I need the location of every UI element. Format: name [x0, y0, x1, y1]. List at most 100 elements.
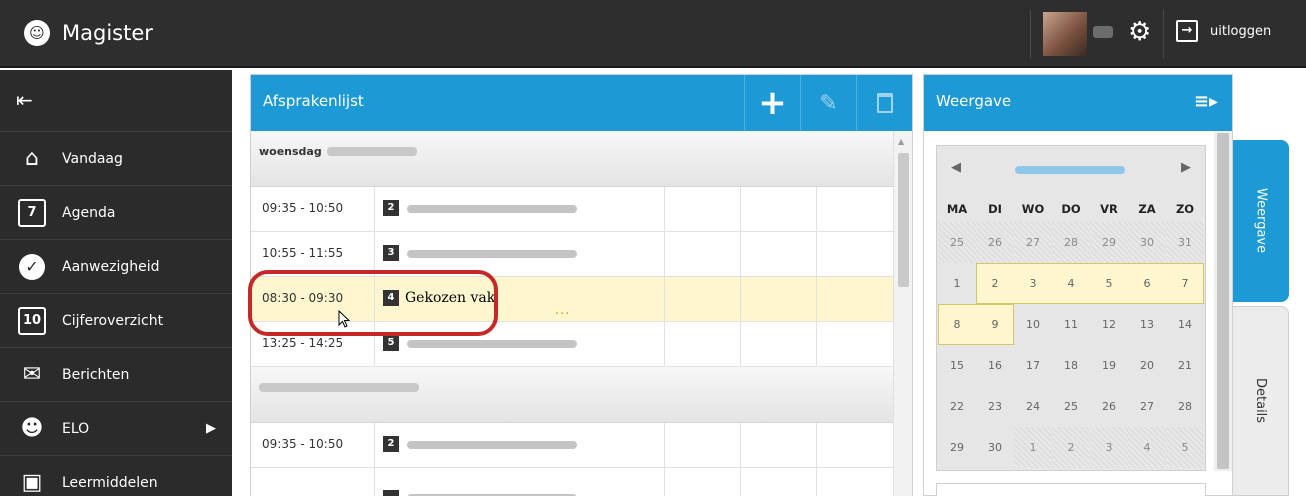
- mouse-cursor-icon: [338, 310, 351, 328]
- calendar-day[interactable]: 25: [938, 222, 976, 263]
- logout-button[interactable]: → uitloggen: [1176, 20, 1271, 42]
- calendar-day[interactable]: 27: [1128, 386, 1166, 427]
- calendar-day[interactable]: 23: [976, 386, 1014, 427]
- calendar-day[interactable]: 20: [1128, 345, 1166, 386]
- chevron-left-icon[interactable]: ◀: [951, 160, 961, 175]
- day-header: woensdag: [251, 131, 893, 187]
- calendar-day[interactable]: 2: [976, 263, 1014, 304]
- calendar-day[interactable]: 11: [1052, 304, 1090, 345]
- calendar-day[interactable]: 1: [938, 263, 976, 304]
- mail-icon: ✉: [22, 362, 42, 387]
- books-icon: ▣: [21, 470, 43, 495]
- lesson-hour-badge: 2: [383, 436, 399, 452]
- time-cell: 13:25 - 14:25: [262, 336, 344, 350]
- calendar-day[interactable]: 29: [1090, 222, 1128, 263]
- calendar-day[interactable]: 26: [1090, 386, 1128, 427]
- sidebar-collapse-button[interactable]: ⇤: [0, 70, 232, 132]
- calendar-nav: ◀ ▶: [937, 146, 1205, 192]
- calendar-day[interactable]: 30: [976, 427, 1014, 468]
- sidebar-item-aanwezigheid[interactable]: ✓ Aanwezigheid: [0, 240, 232, 294]
- calendar-day[interactable]: 10: [1014, 304, 1052, 345]
- sidebar-item-label: ELO: [62, 420, 90, 437]
- calendar-day[interactable]: 7: [1166, 263, 1204, 304]
- calendar-day[interactable]: 6: [1128, 263, 1166, 304]
- sidebar-item-label: Cijferoverzicht: [62, 312, 164, 329]
- sidebar-item-label: Leermiddelen: [62, 474, 158, 491]
- calendar-day[interactable]: 9: [976, 304, 1014, 345]
- table-row[interactable]: 09:35 - 10:50 2: [251, 423, 893, 468]
- trash-icon: [876, 93, 893, 113]
- add-button[interactable]: +: [744, 75, 800, 131]
- more-indicator: ...: [555, 303, 571, 318]
- calendar-day[interactable]: 12: [1090, 304, 1128, 345]
- calendar-day[interactable]: 5: [1090, 263, 1128, 304]
- app-title: Magister: [62, 21, 153, 45]
- tab-details[interactable]: Details: [1233, 306, 1289, 496]
- chevron-right-icon: ▶: [206, 421, 216, 436]
- calendar-day[interactable]: 14: [1166, 304, 1204, 345]
- sidebar-item-leermiddelen[interactable]: ▣ Leermiddelen: [0, 456, 232, 496]
- calendar-day[interactable]: 25: [1052, 386, 1090, 427]
- app-logo[interactable]: ☺ Magister: [24, 20, 153, 46]
- lesson-hour-badge: 5: [383, 335, 399, 351]
- weergave-section-box: [936, 483, 1206, 496]
- weergave-panel: Weergave ≡▸ ◀ ▶ MA DI WO DO VR ZA ZO 25 26 27 28 29…: [923, 74, 1233, 496]
- scrollbar-thumb[interactable]: [1217, 133, 1229, 469]
- sidebar-item-cijferoverzicht[interactable]: 10 Cijferoverzicht: [0, 294, 232, 348]
- sidebar-item-elo[interactable]: ☻ ELO ▶: [0, 402, 232, 456]
- table-row[interactable]: [251, 468, 893, 496]
- sidebar-item-berichten[interactable]: ✉ Berichten: [0, 348, 232, 402]
- collapse-menu-icon: ⇤: [16, 88, 33, 112]
- calendar-day[interactable]: 19: [1090, 345, 1128, 386]
- time-cell: 09:35 - 10:50: [262, 437, 344, 451]
- calendar-day[interactable]: 27: [1014, 222, 1052, 263]
- weekday-header: ZO: [1175, 202, 1195, 216]
- calendar-day[interactable]: 16: [976, 345, 1014, 386]
- delete-button[interactable]: [856, 75, 912, 131]
- calendar-day[interactable]: 8: [938, 304, 976, 345]
- tab-weergave[interactable]: Weergave: [1233, 140, 1289, 302]
- chevron-right-icon[interactable]: ▶: [1181, 160, 1191, 175]
- list-scrollbar[interactable]: ▲: [893, 131, 912, 496]
- calendar-day[interactable]: 1: [1014, 427, 1052, 468]
- weergave-scrollbar[interactable]: [1214, 131, 1232, 471]
- sidebar: ⇤ ⌂ Vandaag 7 Agenda ✓ Aanwezigheid 10 C…: [0, 70, 232, 496]
- calendar-day[interactable]: 2: [1052, 427, 1090, 468]
- date-redacted: [259, 383, 419, 392]
- lesson-hour-badge: 2: [383, 200, 399, 216]
- calendar-day[interactable]: 13: [1128, 304, 1166, 345]
- sidebar-item-agenda[interactable]: 7 Agenda: [0, 186, 232, 240]
- calendar-day[interactable]: 31: [1166, 222, 1204, 263]
- calendar-month-redacted[interactable]: [1015, 166, 1125, 174]
- calendar-day[interactable]: 17: [1014, 345, 1052, 386]
- panel-menu-icon[interactable]: ≡▸: [1194, 91, 1218, 112]
- calendar-day[interactable]: 22: [938, 386, 976, 427]
- calendar-day[interactable]: 4: [1052, 263, 1090, 304]
- calendar-day[interactable]: 15: [938, 345, 976, 386]
- calendar-day[interactable]: 18: [1052, 345, 1090, 386]
- calendar-day[interactable]: 28: [1052, 222, 1090, 263]
- calendar-day[interactable]: 28: [1166, 386, 1204, 427]
- calendar-day[interactable]: 29: [938, 427, 976, 468]
- subject-redacted: [407, 340, 577, 348]
- scrollbar-thumb[interactable]: [898, 153, 909, 287]
- calendar-day[interactable]: 3: [1090, 427, 1128, 468]
- gear-icon[interactable]: ⚙: [1128, 16, 1151, 48]
- calendar-day[interactable]: 4: [1128, 427, 1166, 468]
- table-row[interactable]: 09:35 - 10:50 2: [251, 187, 893, 232]
- calendar-day[interactable]: 26: [976, 222, 1014, 263]
- top-bar: ☺ Magister ⚙ → uitloggen: [0, 0, 1306, 68]
- annotation-highlight: [248, 270, 498, 336]
- sidebar-item-label: Aanwezigheid: [62, 258, 160, 275]
- edit-button[interactable]: ✎: [800, 75, 856, 131]
- calendar-day[interactable]: 5: [1166, 427, 1204, 468]
- calendar-day[interactable]: 21: [1166, 345, 1204, 386]
- calendar-day[interactable]: 3: [1014, 263, 1052, 304]
- pencil-icon: ✎: [819, 90, 838, 116]
- subject-redacted: [407, 205, 577, 213]
- logout-icon: →: [1176, 20, 1198, 42]
- calendar-day[interactable]: 30: [1128, 222, 1166, 263]
- calendar-day[interactable]: 24: [1014, 386, 1052, 427]
- avatar[interactable]: [1043, 12, 1087, 56]
- sidebar-item-vandaag[interactable]: ⌂ Vandaag: [0, 132, 232, 186]
